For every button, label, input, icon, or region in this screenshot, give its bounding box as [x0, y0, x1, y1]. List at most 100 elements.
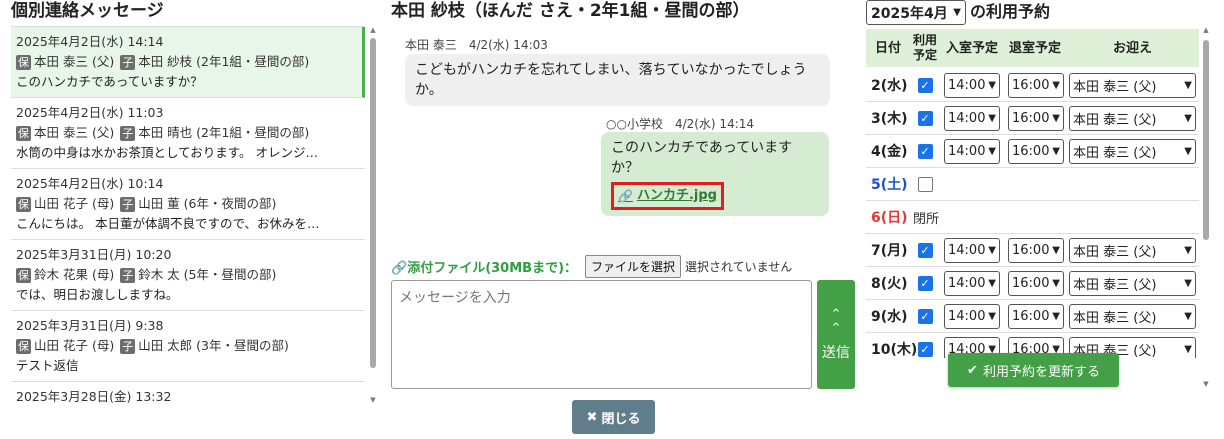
scroll-down-icon[interactable]: ▼	[1202, 380, 1210, 388]
chevron-down-icon: ▼	[988, 79, 996, 91]
chevron-down-icon: ▼	[988, 244, 996, 256]
message-input[interactable]	[391, 280, 812, 389]
in-time-select[interactable]: 14:00 ▼	[944, 270, 1000, 296]
reservation-row: 7(月) ✓ 14:00 ▼ 16:00 ▼ 本田 泰三 (父) ▼	[866, 234, 1199, 267]
chevron-down-icon: ▼	[1184, 343, 1192, 355]
message-item[interactable]: 2025年3月31日(月) 9:38 保 山田 花子 (母) 子 山田 太郎 (…	[11, 311, 365, 382]
use-checkbox[interactable]: ✓	[917, 77, 933, 93]
attachment-link[interactable]: 🔗 ハンカチ.jpg	[611, 182, 724, 210]
use-checkbox[interactable]: ✓	[917, 242, 933, 258]
use-checkbox[interactable]: ✓	[917, 275, 933, 291]
message-item[interactable]: 2025年4月2日(水) 10:14 保 山田 花子 (母) 子 山田 董 (6…	[11, 169, 365, 240]
message-date: 2025年4月2日(水) 10:14	[16, 176, 164, 191]
scroll-down-icon[interactable]: ▼	[369, 396, 377, 404]
chevron-down-icon: ▼	[1052, 79, 1060, 91]
out-time-value: 16:00	[1012, 143, 1050, 159]
message-names: 保 鈴木 花果 (母) 子 鈴木 太 (5年・昼間の部)	[16, 265, 359, 285]
attachment-row: 🔗添付ファイル(30MBまで)： ファイルを選択 選択されていません	[391, 254, 792, 278]
message-item[interactable]: 2025年4月2日(水) 14:14 保 本田 泰三 (父) 子 本田 紗枝 (…	[11, 27, 365, 98]
chevron-down-icon: ▼	[1052, 244, 1060, 256]
reservation-row: 3(木) ✓ 14:00 ▼ 16:00 ▼ 本田 泰三 (父) ▼	[866, 102, 1199, 135]
child-tag: 子	[120, 125, 136, 141]
row-date: 6(日)	[871, 210, 908, 226]
pickup-value: 本田 泰三 (父)	[1073, 277, 1157, 293]
in-time-value: 14:00	[948, 308, 986, 324]
pickup-select[interactable]: 本田 泰三 (父) ▼	[1069, 138, 1196, 164]
scroll-up-icon[interactable]: ▲	[1202, 26, 1210, 34]
update-label: 利用予約を更新する	[982, 364, 1100, 380]
reservation-scrollbar[interactable]: ▲ ▼	[1202, 26, 1210, 388]
message-list-scrollbar[interactable]: ▲ ▼	[369, 26, 377, 404]
out-time-value: 16:00	[1012, 110, 1050, 126]
message-item[interactable]: 2025年3月31日(月) 10:20 保 鈴木 花果 (母) 子 鈴木 太 (…	[11, 240, 365, 311]
scroll-up-icon[interactable]: ▲	[369, 26, 377, 34]
row-date: 7(月)	[871, 243, 908, 259]
scrollbar-thumb[interactable]	[1203, 40, 1209, 240]
use-checkbox[interactable]	[917, 176, 933, 192]
paperclip-icon: 🔗	[618, 189, 633, 203]
month-select[interactable]: 2025年4月 ▼	[866, 0, 966, 25]
incoming-text: こどもがハンカチを忘れてしまい、落ちていなかったでしょうか。	[415, 62, 807, 98]
out-time-value: 16:00	[1012, 242, 1050, 258]
parent-tag: 保	[16, 54, 31, 70]
pickup-select[interactable]: 本田 泰三 (父) ▼	[1069, 303, 1196, 329]
use-checkbox[interactable]: ✓	[917, 308, 933, 324]
message-names: 保 山田 花子 (母) 子 山田 董 (6年・夜間の部)	[16, 194, 359, 214]
pickup-select[interactable]: 本田 泰三 (父) ▼	[1069, 105, 1196, 131]
out-time-value: 16:00	[1012, 275, 1050, 291]
parent-name: 本田 泰三 (父)	[34, 54, 115, 69]
pickup-select[interactable]: 本田 泰三 (父) ▼	[1069, 237, 1196, 263]
scrollbar-thumb[interactable]	[370, 38, 376, 368]
out-time-select[interactable]: 16:00 ▼	[1008, 270, 1064, 296]
message-date: 2025年4月2日(水) 14:14	[16, 34, 164, 49]
message-item[interactable]: 2025年3月28日(金) 13:32	[11, 382, 365, 404]
in-time-select[interactable]: 14:00 ▼	[944, 138, 1000, 164]
outgoing-text: このハンカチであっていますか？	[611, 140, 793, 176]
out-time-select[interactable]: 16:00 ▼	[1008, 105, 1064, 131]
pickup-select[interactable]: 本田 泰三 (父) ▼	[1069, 270, 1196, 296]
outgoing-bubble: このハンカチであっていますか？ 🔗 ハンカチ.jpg	[601, 132, 829, 216]
out-time-value: 16:00	[1012, 308, 1050, 324]
reservation-row: 9(水) ✓ 14:00 ▼ 16:00 ▼ 本田 泰三 (父) ▼	[866, 300, 1199, 333]
paperclip-icon: 🔗	[391, 260, 408, 276]
row-date: 4(金)	[871, 144, 908, 160]
close-button[interactable]: ✖ 閉じる	[572, 400, 655, 434]
message-names: 保 山田 花子 (母) 子 山田 太郎 (3年・昼間の部)	[16, 336, 359, 356]
closed-label: 閉所	[913, 211, 940, 227]
in-time-value: 14:00	[948, 143, 986, 159]
in-time-select[interactable]: 14:00 ▼	[944, 72, 1000, 98]
chevron-down-icon: ▼	[1184, 112, 1192, 124]
chevron-down-icon: ▼	[1052, 112, 1060, 124]
parent-tag: 保	[16, 338, 31, 354]
header-date: 日付	[874, 40, 901, 56]
choose-file-button[interactable]: ファイルを選択	[585, 254, 682, 278]
pickup-select[interactable]: 本田 泰三 (父) ▼	[1069, 72, 1196, 98]
in-time-select[interactable]: 14:00 ▼	[944, 105, 1000, 131]
use-checkbox[interactable]: ✓	[917, 110, 933, 126]
in-time-select[interactable]: 14:00 ▼	[944, 237, 1000, 263]
chevron-down-icon: ▼	[1052, 145, 1060, 157]
update-reservation-button[interactable]: ✔ 利用予約を更新する	[948, 353, 1119, 387]
row-date: 8(火)	[871, 276, 908, 292]
chevron-down-icon: ▼	[1184, 277, 1192, 289]
out-time-select[interactable]: 16:00 ▼	[1008, 237, 1064, 263]
out-time-select[interactable]: 16:00 ▼	[1008, 138, 1064, 164]
reservation-row: 8(火) ✓ 14:00 ▼ 16:00 ▼ 本田 泰三 (父) ▼	[866, 267, 1199, 300]
attachment-filename: ハンカチ.jpg	[636, 188, 717, 203]
in-time-select[interactable]: 14:00 ▼	[944, 303, 1000, 329]
parent-tag: 保	[16, 267, 31, 283]
message-date: 2025年4月2日(水) 11:03	[16, 105, 164, 120]
use-checkbox[interactable]: ✓	[917, 341, 933, 357]
use-checkbox[interactable]: ✓	[917, 143, 933, 159]
child-name: 本田 紗枝 (2年1組・昼間の部)	[138, 54, 310, 69]
out-time-select[interactable]: 16:00 ▼	[1008, 303, 1064, 329]
message-item[interactable]: 2025年4月2日(水) 11:03 保 本田 泰三 (父) 子 本田 晴也 (…	[11, 98, 365, 169]
close-label: 閉じる	[601, 411, 641, 427]
send-button[interactable]: ⌃ ⌃ 送信	[817, 280, 855, 389]
message-names: 保 本田 泰三 (父) 子 本田 晴也 (2年1組・昼間の部)	[16, 123, 359, 143]
message-preview: このハンカチであっていますか？	[16, 74, 203, 89]
chevron-down-icon: ▼	[988, 277, 996, 289]
child-name: 本田 晴也 (2年1組・昼間の部)	[138, 125, 310, 140]
out-time-select[interactable]: 16:00 ▼	[1008, 72, 1064, 98]
send-label: 送信	[822, 344, 850, 361]
